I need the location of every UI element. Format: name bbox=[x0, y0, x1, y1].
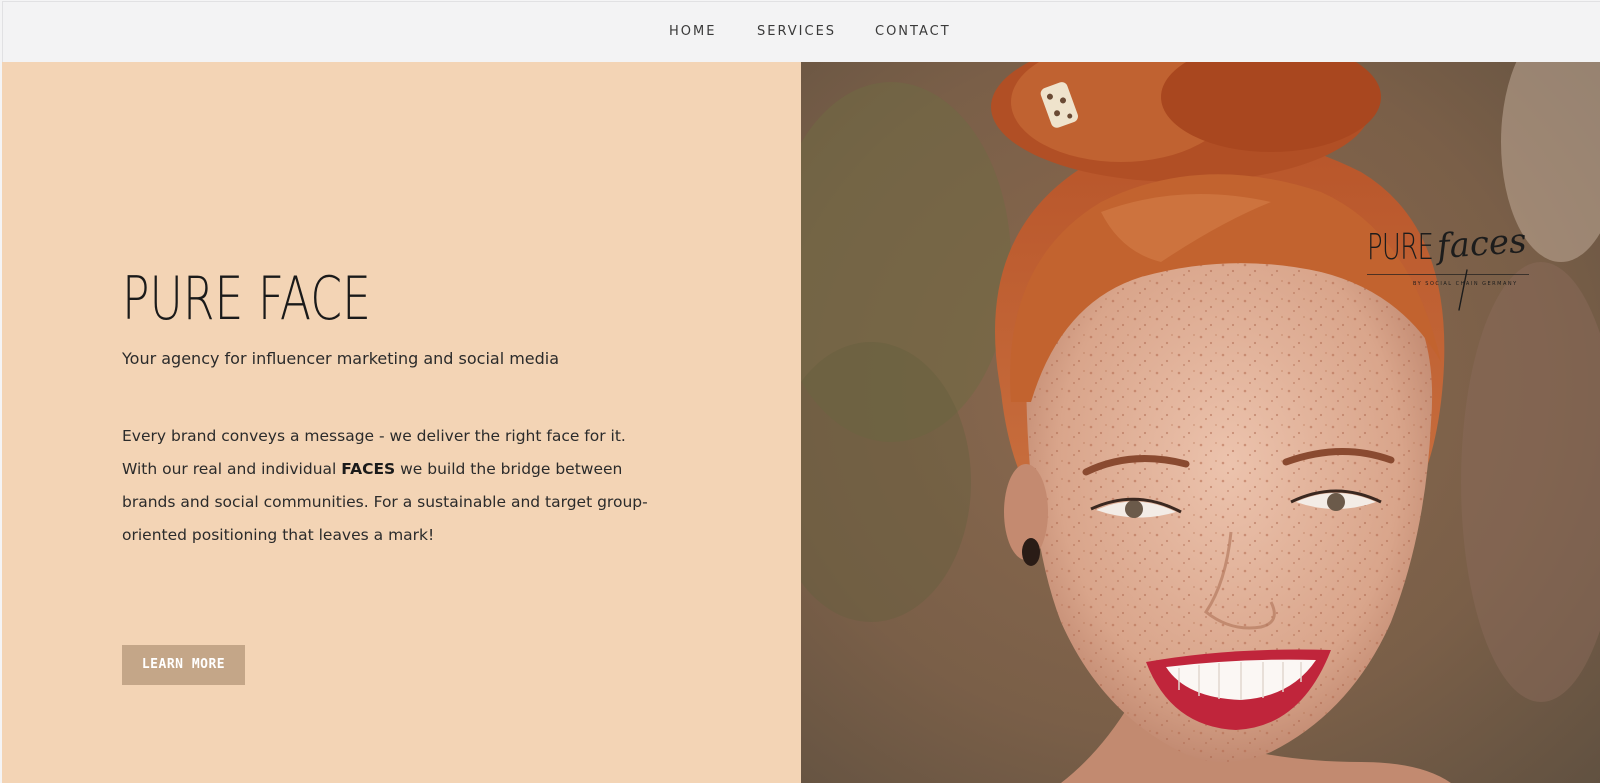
hero-photo: PURE faces BY SOCIAL CHAIN GERMANY bbox=[801, 62, 1600, 783]
hero-description-line: oriented positioning that leaves a mark! bbox=[122, 526, 435, 544]
hero-title: PURE FACE bbox=[122, 264, 371, 334]
page: HOME SERVICES CONTACT PURE FACE Your age… bbox=[0, 0, 1600, 783]
hero-description-text: With our real and individual bbox=[122, 460, 342, 478]
hero-text-panel: PURE FACE Your agency for influencer mar… bbox=[2, 62, 801, 783]
hero-subtitle: Your agency for influencer marketing and… bbox=[122, 349, 560, 368]
pure-faces-logo: PURE faces BY SOCIAL CHAIN GERMANY bbox=[1363, 221, 1539, 314]
hero-description: Every brand conveys a message - we deliv… bbox=[122, 420, 682, 552]
hero-description-faces-bold: FACES bbox=[341, 460, 396, 478]
top-navbar: HOME SERVICES CONTACT bbox=[2, 1, 1600, 62]
nav-services[interactable]: SERVICES bbox=[757, 24, 836, 40]
logo-swash-icon bbox=[1458, 269, 1468, 311]
hero-description-line: With our real and individual FACES we bu… bbox=[122, 453, 682, 486]
hero-description-line: Every brand conveys a message - we deliv… bbox=[122, 427, 626, 445]
hero-description-line: brands and social communities. For a sus… bbox=[122, 493, 648, 511]
nav-home[interactable]: HOME bbox=[669, 24, 716, 40]
hero-description-text: we build the bridge between bbox=[395, 460, 623, 478]
portrait-image bbox=[801, 62, 1600, 783]
nav-contact[interactable]: CONTACT bbox=[875, 24, 951, 40]
learn-more-button[interactable]: LEARN MORE bbox=[122, 645, 245, 685]
